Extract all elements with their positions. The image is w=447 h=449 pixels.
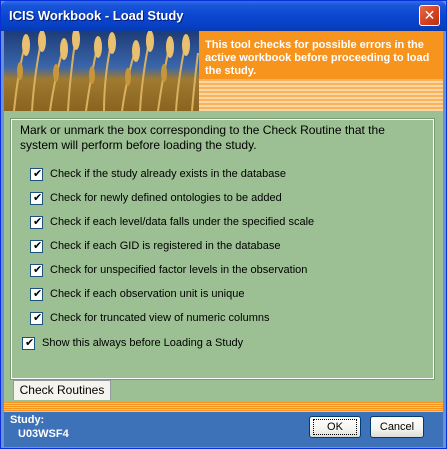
checkbox-label: Check if each GID is registered in the d… [50, 240, 281, 252]
footer-bar: Study: U03WSF4 OK Cancel [4, 412, 443, 447]
checkmark-icon: ✔ [33, 288, 43, 300]
checkbox-truncated-view[interactable]: ✔ [30, 312, 43, 325]
checkbox-study-exists[interactable]: ✔ [30, 168, 43, 181]
checkmark-icon: ✔ [33, 192, 43, 204]
check-routines-panel: Mark or unmark the box corresponding to … [10, 118, 435, 380]
cancel-button[interactable]: Cancel [370, 416, 424, 438]
checkbox-factor-levels[interactable]: ✔ [30, 264, 43, 277]
dialog-client-area: This tool checks for possible errors in … [4, 31, 443, 447]
checkbox-ontologies[interactable]: ✔ [30, 192, 43, 205]
checkmark-icon: ✔ [33, 312, 43, 324]
close-button[interactable]: ✕ [419, 5, 440, 26]
checkmark-icon: ✔ [33, 240, 43, 252]
wheat-illustration [4, 31, 199, 111]
checkmark-icon: ✔ [33, 264, 43, 276]
checkmark-icon: ✔ [25, 337, 35, 349]
ok-button-label: OK [313, 419, 357, 435]
banner-message-area: This tool checks for possible errors in … [199, 31, 443, 79]
banner-message: This tool checks for possible errors in … [205, 39, 430, 77]
banner-stripe [199, 79, 443, 111]
checkbox-label: Check if each level/data falls under the… [50, 216, 315, 228]
checkbox-observation-unit[interactable]: ✔ [30, 288, 43, 301]
tab-check-routines[interactable]: Check Routines [13, 380, 111, 400]
checkbox-label: Check for truncated view of numeric colu… [50, 312, 270, 324]
checkbox-scale[interactable]: ✔ [30, 216, 43, 229]
checkmark-icon: ✔ [33, 168, 43, 180]
banner: This tool checks for possible errors in … [4, 31, 443, 111]
checkbox-label: Check if the study already exists in the… [50, 168, 287, 180]
instructions-text: Mark or unmark the box corresponding to … [20, 123, 385, 152]
ok-button[interactable]: OK [309, 416, 361, 438]
checkbox-label: Check for unspecified factor levels in t… [50, 264, 308, 276]
checkbox-show-always[interactable]: ✔ [22, 337, 35, 350]
close-icon: ✕ [423, 7, 436, 23]
checkmark-icon: ✔ [33, 216, 43, 228]
study-label: Study: [10, 414, 45, 426]
checkbox-label: Check if each observation unit is unique [50, 288, 245, 300]
checkbox-label: Check for newly defined ontologies to be… [50, 192, 282, 204]
checkbox-label: Show this always before Loading a Study [42, 337, 244, 349]
wheat-field-image [4, 31, 199, 111]
checkbox-gid[interactable]: ✔ [30, 240, 43, 253]
dialog-window: ICIS Workbook - Load Study ✕ This tool c… [0, 0, 447, 449]
title-bar[interactable]: ICIS Workbook - Load Study ✕ [1, 1, 446, 31]
study-id: U03WSF4 [18, 428, 69, 440]
decorative-stripes [4, 402, 443, 412]
window-title: ICIS Workbook - Load Study [9, 8, 184, 23]
